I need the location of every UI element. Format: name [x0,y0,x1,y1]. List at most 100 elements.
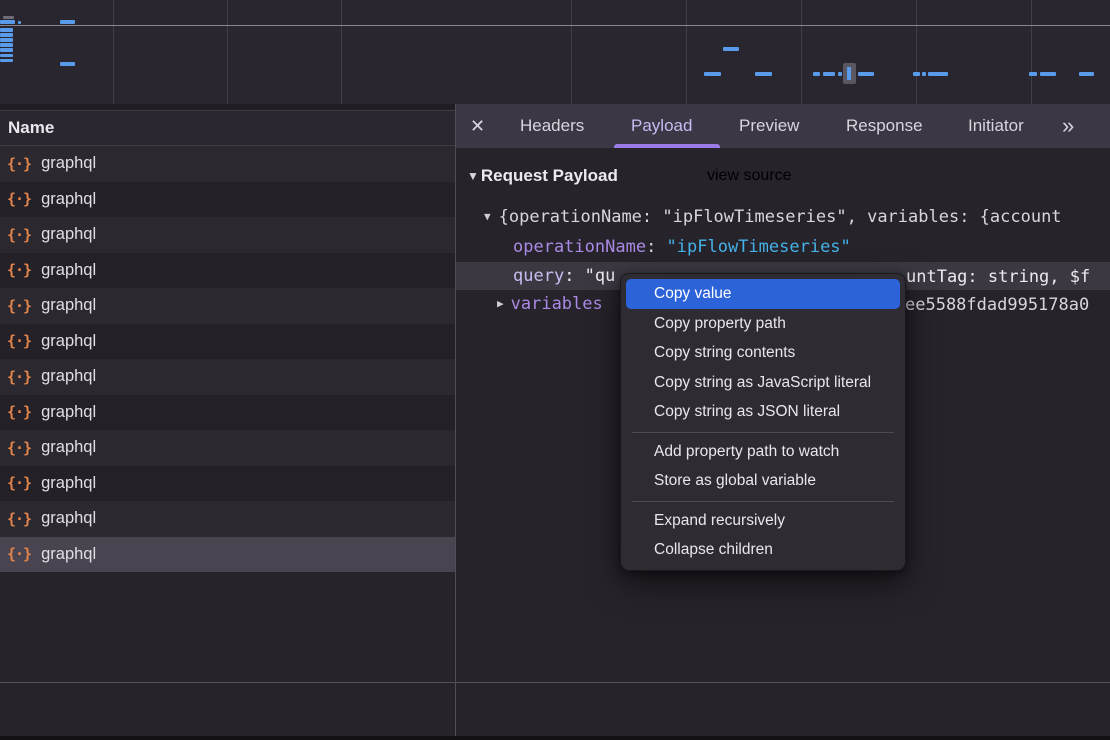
gridline [916,0,917,104]
overview-bar [922,72,926,76]
request-payload-section-header[interactable]: ▼ Request Payload [456,164,618,188]
gridline [801,0,802,104]
close-icon[interactable]: ✕ [470,104,485,148]
overview-bar [704,72,721,76]
request-row[interactable]: {·}graphql [0,359,455,395]
json-icon: {·} [7,155,31,173]
overview-bar [0,28,13,32]
menu-item-copy-string-json-literal[interactable]: Copy string as JSON literal [621,397,905,427]
disclosure-expanded-icon[interactable]: ▼ [484,210,491,223]
overview-bar [723,47,739,51]
overview-bar [0,59,13,63]
request-row[interactable]: {·}graphql [0,182,455,218]
overview-bar [1040,72,1056,76]
request-name: graphql [41,332,96,351]
key-separator: : [564,266,584,286]
tab-response[interactable]: Response [846,104,923,148]
request-name: graphql [41,296,96,315]
request-row[interactable]: {·} graphql [0,324,455,360]
menu-item-copy-value[interactable]: Copy value [626,279,900,309]
overview-bar [18,21,21,24]
menu-separator [632,432,894,433]
overview-bar [0,33,13,37]
tab-payload[interactable]: Payload [631,104,692,148]
menu-item-copy-property-path[interactable]: Copy property path [621,309,905,339]
overview-bar [60,20,75,24]
menu-item-store-as-global-variable[interactable]: Store as global variable [621,466,905,496]
query-value-fragment: untTag: string, $f [906,267,1090,287]
gridline [1031,0,1032,104]
menu-item-add-property-path-to-watch[interactable]: Add property path to watch [621,437,905,467]
json-icon: {·} [7,510,31,528]
request-name: graphql [41,403,96,422]
tab-initiator[interactable]: Initiator [968,104,1024,148]
footer-divider [0,682,1110,683]
property-value-string: "ipFlowTimeseries" [667,237,851,257]
request-row[interactable]: {·} graphql [0,217,455,253]
request-name: graphql [41,154,96,173]
request-name: graphql [41,225,96,244]
property-key: variables [511,294,603,314]
variables-value-fragment: ee5588fdad995178a0 [905,295,1089,315]
gridline [341,0,342,104]
overview-bar [1079,72,1094,76]
name-column-label: Name [0,118,54,138]
overview-bar [0,38,13,42]
request-row[interactable]: {·}graphql [0,253,455,289]
request-name: graphql [41,190,96,209]
payload-object-preview: {operationName: "ipFlowTimeseries", vari… [499,207,1062,227]
tab-headers[interactable]: Headers [520,104,584,148]
overview-bar [858,72,874,76]
payload-root-line[interactable]: ▼ {operationName: "ipFlowTimeseries", va… [456,203,1110,230]
overview-selected-request-bar [847,67,851,80]
request-row[interactable]: {·}graphql [0,430,455,466]
property-value-start: "qu [585,266,616,286]
disclosure-collapsed-icon[interactable]: ▶ [497,297,504,310]
json-icon: {·} [7,332,31,350]
overview-row-divider [0,25,1110,26]
devtools-network-panel: Name {·} graphql {·} graphql {·} graphql {·… [0,0,1110,740]
overview-bar [0,43,13,47]
operation-name-row[interactable]: operationName: "ipFlowTimeseries" [456,233,1110,260]
overview-bar [0,48,13,52]
overview-bar [838,72,842,76]
request-name: graphql [41,509,96,528]
request-row[interactable]: {·} graphql [0,288,455,324]
property-key: operationName [513,237,646,257]
detail-tab-bar: ✕ Headers Payload Preview Response Initi… [456,104,1110,148]
overview-bar [928,72,948,76]
menu-item-copy-string-contents[interactable]: Copy string contents [621,338,905,368]
key-separator: : [646,237,666,257]
request-name: graphql [41,367,96,386]
section-title: Request Payload [481,166,618,186]
overview-bar [0,54,13,58]
network-overview-timeline[interactable] [0,0,1110,104]
json-icon: {·} [7,297,31,315]
json-icon: {·} [7,439,31,457]
json-icon: {·} [7,403,31,421]
request-row[interactable]: {·} graphql [0,395,455,431]
gridline [571,0,572,104]
overview-bar [0,20,15,24]
context-menu: Copy value Copy property path Copy strin… [620,273,906,571]
overview-bar [813,72,820,76]
request-name: graphql [41,474,96,493]
request-row[interactable]: {·} graphql [0,501,455,537]
overview-bar [823,72,835,76]
view-source-link[interactable]: view source [707,167,791,185]
disclosure-expanded-icon[interactable]: ▼ [467,169,479,183]
overview-bar [3,16,14,19]
request-name: graphql [41,545,96,564]
gridline [113,0,114,104]
request-row-selected[interactable]: {·}graphql [0,537,455,573]
tab-preview[interactable]: Preview [739,104,799,148]
json-icon: {·} [7,226,31,244]
more-tabs-icon[interactable]: » [1062,104,1072,148]
menu-separator [632,501,894,502]
request-row[interactable]: {·}graphql [0,466,455,502]
menu-item-copy-string-js-literal[interactable]: Copy string as JavaScript literal [621,368,905,398]
menu-item-expand-recursively[interactable]: Expand recursively [621,506,905,536]
request-row[interactable]: {·} graphql [0,146,455,182]
name-column-header[interactable]: Name [0,110,455,146]
menu-item-collapse-children[interactable]: Collapse children [621,535,905,565]
